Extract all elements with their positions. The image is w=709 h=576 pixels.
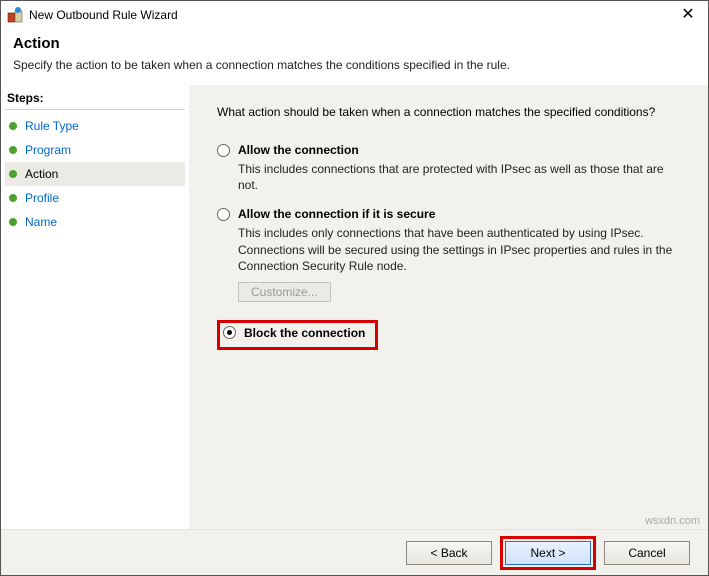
next-button[interactable]: Next > [505, 541, 591, 565]
back-button[interactable]: < Back [406, 541, 492, 565]
option-allow-secure-desc: This includes only connections that have… [238, 225, 678, 274]
step-label: Profile [25, 191, 59, 205]
bullet-icon [9, 170, 17, 178]
option-allow-desc: This includes connections that are prote… [238, 161, 678, 193]
page-title: Action [13, 35, 696, 52]
radio-allow[interactable] [217, 144, 230, 157]
bullet-icon [9, 122, 17, 130]
steps-sidebar: Steps: Rule Type Program Action Profile … [1, 85, 189, 530]
wizard-footer: < Back Next > Cancel [1, 529, 708, 575]
window-title: New Outbound Rule Wizard [29, 8, 674, 22]
step-label: Rule Type [25, 119, 79, 133]
steps-heading: Steps: [5, 91, 185, 110]
wizard-body: Steps: Rule Type Program Action Profile … [1, 84, 708, 530]
page-subtitle: Specify the action to be taken when a co… [13, 58, 696, 72]
customize-button: Customize... [238, 282, 331, 302]
step-rule-type[interactable]: Rule Type [5, 114, 185, 138]
bullet-icon [9, 146, 17, 154]
bullet-icon [9, 218, 17, 226]
radio-block[interactable] [223, 326, 236, 339]
cancel-button[interactable]: Cancel [604, 541, 690, 565]
step-label: Program [25, 143, 71, 157]
close-icon[interactable]: ✕ [674, 2, 702, 28]
option-allow-label: Allow the connection [238, 143, 359, 157]
option-block[interactable]: Block the connection [217, 320, 688, 351]
bullet-icon [9, 194, 17, 202]
option-allow-secure[interactable]: Allow the connection if it is secure Thi… [217, 207, 688, 302]
option-allow-secure-label: Allow the connection if it is secure [238, 207, 435, 221]
wizard-header: Action Specify the action to be taken wh… [1, 29, 708, 84]
action-prompt: What action should be taken when a conne… [217, 105, 688, 119]
option-block-label: Block the connection [244, 326, 365, 340]
step-profile[interactable]: Profile [5, 186, 185, 210]
step-program[interactable]: Program [5, 138, 185, 162]
content-pane: What action should be taken when a conne… [189, 85, 708, 530]
step-action[interactable]: Action [5, 162, 185, 186]
option-allow[interactable]: Allow the connection This includes conne… [217, 143, 688, 193]
step-label: Name [25, 215, 57, 229]
step-name[interactable]: Name [5, 210, 185, 234]
step-label: Action [25, 167, 58, 181]
app-icon [7, 7, 23, 23]
titlebar: New Outbound Rule Wizard ✕ [1, 1, 708, 29]
radio-allow-secure[interactable] [217, 208, 230, 221]
